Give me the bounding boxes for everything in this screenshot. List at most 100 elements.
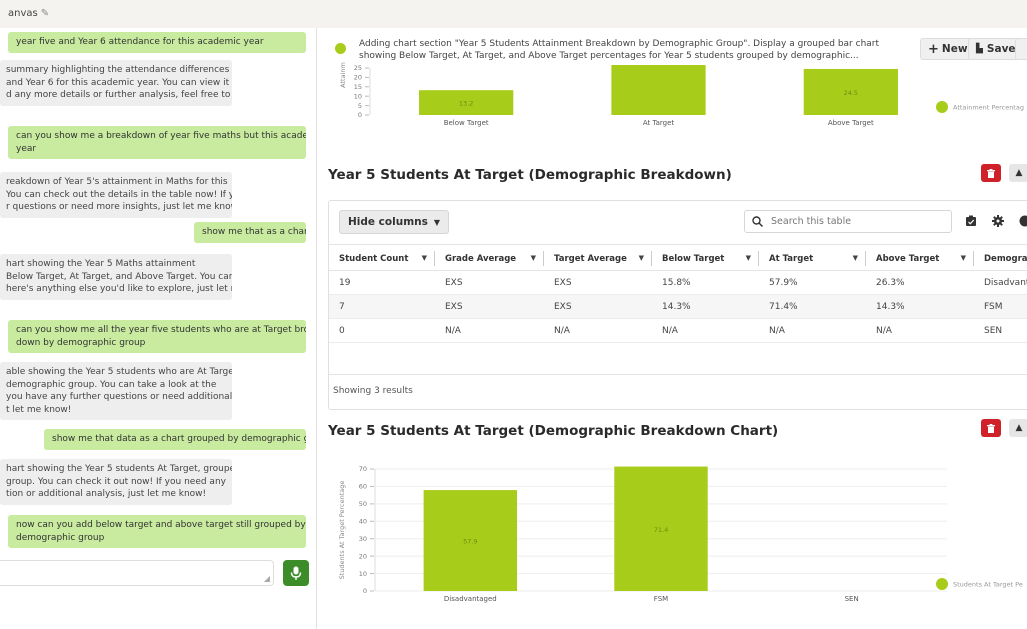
table-cell: 19 <box>339 278 351 288</box>
results-count: Showing 3 results <box>333 386 413 396</box>
message-line: you have any further questions or need a… <box>6 392 232 402</box>
message-line: group. You can check it out now! If you … <box>6 476 226 487</box>
more-button[interactable] <box>1015 38 1027 60</box>
y-tick-label: 5 <box>358 102 362 110</box>
message-line: demographic group. You can take a look a… <box>6 379 217 390</box>
user-message: can you show me a breakdown of year five… <box>8 126 306 159</box>
message-line: summary highlighting the attendance diff… <box>6 65 230 75</box>
sort-icon[interactable]: ▼ <box>531 254 536 262</box>
hide-columns-button[interactable]: Hide columns ▼ <box>339 210 450 234</box>
delete-table-button[interactable] <box>981 164 1001 182</box>
y-axis-label: Attainm <box>339 62 347 88</box>
y-tick-label: 20 <box>359 552 367 560</box>
top-bar: anvas ✎ <box>0 0 1027 28</box>
assistant-message: able showing the Year 5 students who are… <box>0 362 232 420</box>
y-tick-label: 70 <box>359 465 367 473</box>
column-header[interactable]: Below Target ▼ <box>652 245 759 272</box>
column-header-label: Student Count <box>339 253 409 264</box>
sort-icon[interactable]: ▼ <box>746 254 751 262</box>
assistant-message: reakdown of Year 5's attainment in Maths… <box>0 172 232 218</box>
legend-swatch <box>936 101 948 113</box>
progress-notice: Adding chart section "Year 5 Students At… <box>359 39 880 61</box>
column-header-label: Above Target <box>876 253 940 264</box>
chevron-up-icon: ▲ <box>1015 423 1023 433</box>
export-icon[interactable] <box>964 214 978 228</box>
message-line: d any more details or further analysis, … <box>6 90 231 100</box>
y-tick-label: 20 <box>354 74 362 82</box>
sort-icon[interactable]: ▼ <box>961 254 966 262</box>
message-line: Below Target, At Target, and Above Targe… <box>6 271 232 282</box>
table-cell: 71.4% <box>769 302 798 312</box>
attainment-bar-chart: 25 201510 50 13.2 Below Target At Target 24.5 A… <box>339 62 1024 127</box>
y-tick-label: 0 <box>363 587 367 595</box>
y-tick-label: 15 <box>354 83 362 91</box>
table-cell: N/A <box>662 326 678 336</box>
x-category-label: Disadvantaged <box>444 595 497 603</box>
sort-icon[interactable]: ▼ <box>422 254 427 262</box>
column-header[interactable]: Grade Average ▼ <box>435 245 544 272</box>
user-message: show me that as a chart <box>194 222 306 243</box>
table-cell: EXS <box>554 278 572 288</box>
y-tick-label: 25 <box>354 64 362 72</box>
sort-icon[interactable]: ▼ <box>639 254 644 262</box>
sort-icon[interactable]: ▼ <box>853 254 858 262</box>
message-line: year five and Year 6 attendance for this… <box>16 37 264 47</box>
data-table: Hide columns ▼ Search this table Student… <box>328 200 1027 410</box>
table-row[interactable]: 7 EXS EXS 14.3% 71.4% 14.3% FSM <box>329 295 1027 319</box>
legend-label: Students At Target Pe <box>953 581 1023 589</box>
message-line: You can check out the details in the tab… <box>6 189 232 200</box>
column-header-label: Below Target <box>662 253 725 264</box>
resize-handle-icon[interactable]: ◢ <box>264 574 270 583</box>
table-cell: 26.3% <box>876 278 905 288</box>
message-line: t let me know! <box>6 404 72 415</box>
y-tick-label: 10 <box>354 92 362 100</box>
message-line: down by demographic group <box>16 337 146 348</box>
info-icon[interactable] <box>1018 214 1027 228</box>
table-cell: N/A <box>876 326 892 336</box>
delete-chart-button[interactable] <box>981 419 1001 437</box>
status-dot <box>335 43 346 54</box>
assistant-message: summary highlighting the attendance diff… <box>0 60 232 106</box>
x-category-label: SEN <box>845 595 859 603</box>
canvas-title[interactable]: anvas ✎ <box>8 8 49 19</box>
table-cell: FSM <box>984 302 1003 312</box>
legend-label: Attainment Percentag <box>953 104 1024 112</box>
table-cell: N/A <box>554 326 570 336</box>
x-category-label: Above Target <box>828 119 874 127</box>
search-icon <box>752 216 763 227</box>
table-cell: 0 <box>339 326 345 336</box>
message-line: hart showing the Year 5 students At Targ… <box>6 464 232 474</box>
microphone-button[interactable] <box>283 560 309 586</box>
collapse-table-button[interactable]: ▲ <box>1009 164 1027 182</box>
column-header-label: Grade Average <box>445 253 517 264</box>
table-cell: EXS <box>554 302 572 312</box>
table-cell: SEN <box>984 326 1003 336</box>
table-cell: EXS <box>445 278 463 288</box>
table-cell: 7 <box>339 302 345 312</box>
bar-value-label: 24.5 <box>844 89 858 97</box>
trash-icon <box>987 423 995 433</box>
hide-columns-label: Hide columns <box>348 216 428 228</box>
trash-icon <box>987 168 995 178</box>
message-line: here's anything else you'd like to explo… <box>6 284 232 294</box>
bar-value-label: 71.4 <box>654 526 668 534</box>
column-header[interactable]: At Target ▼ <box>759 245 866 272</box>
table-row[interactable]: 0 N/A N/A N/A N/A N/A SEN <box>329 319 1027 343</box>
table-row[interactable]: 19 EXS EXS 15.8% 57.9% 26.3% Disadvanta <box>329 271 1027 295</box>
message-line: and Year 6 for this academic year. You c… <box>6 77 230 88</box>
column-header[interactable]: Demograph <box>974 245 1027 272</box>
edit-icon[interactable]: ✎ <box>41 8 49 19</box>
message-line: demographic group <box>16 532 105 543</box>
y-tick-label: 0 <box>358 111 362 119</box>
column-header[interactable]: Student Count ▼ <box>329 245 435 272</box>
y-tick-label: 50 <box>359 500 367 508</box>
x-category-label: FSM <box>654 595 668 603</box>
table-search-input[interactable]: Search this table <box>744 210 952 233</box>
settings-icon[interactable] <box>991 214 1005 228</box>
column-header[interactable]: Above Target ▼ <box>866 245 974 272</box>
chat-input[interactable]: ◢ <box>0 560 274 586</box>
message-line: hart showing the Year 5 Maths attainment <box>6 259 196 269</box>
collapse-chart-button[interactable]: ▲ <box>1009 419 1027 437</box>
user-message: year five and Year 6 attendance for this… <box>8 32 306 53</box>
column-header[interactable]: Target Average ▼ <box>544 245 652 272</box>
